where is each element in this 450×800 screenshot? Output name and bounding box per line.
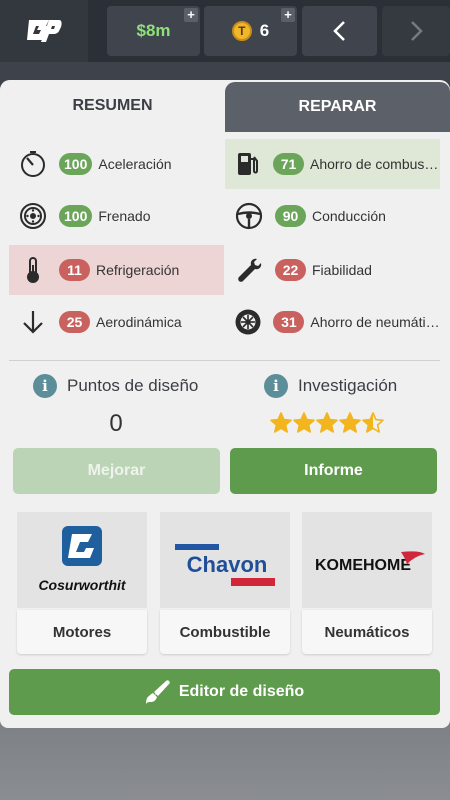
research-header[interactable]: i Investigación bbox=[264, 372, 397, 400]
design-points-header[interactable]: i Puntos de diseño bbox=[33, 372, 198, 400]
komehome-logo: KOMEHOME bbox=[302, 512, 432, 608]
aerodynamics-badge: 25 bbox=[59, 311, 90, 333]
chavon-logo: Chavon bbox=[160, 512, 290, 608]
supplier-label-engine: Motores bbox=[17, 610, 147, 654]
tab-reparar[interactable]: REPARAR bbox=[225, 82, 450, 132]
cooling-badge: 11 bbox=[59, 259, 90, 281]
star-icon bbox=[316, 412, 338, 433]
tyre-economy-label: Ahorro de neumáticos bbox=[310, 314, 440, 330]
research-label: Investigación bbox=[298, 376, 398, 395]
fuel-economy-badge: 71 bbox=[273, 153, 304, 175]
cosurworthit-logo: Cosurworthit bbox=[17, 512, 147, 608]
thermometer-icon bbox=[18, 255, 48, 285]
add-money-plus-icon[interactable]: + bbox=[184, 8, 198, 22]
braking-label: Frenado bbox=[98, 208, 151, 224]
research-star-rating bbox=[269, 411, 384, 435]
stat-cooling: 11 Refrigeración bbox=[9, 245, 224, 295]
paintbrush-icon bbox=[145, 680, 170, 704]
design-editor-button[interactable]: Editor de diseño bbox=[9, 669, 440, 715]
chevron-right-icon bbox=[411, 21, 423, 41]
stat-aerodynamics: 25 Aerodinámica bbox=[9, 297, 224, 347]
car-summary-panel: REPARAR RESUMEN 100 Aceleración 71 Ahorr… bbox=[0, 80, 450, 728]
design-points-value: 0 bbox=[109, 410, 123, 437]
stat-handling: 90 Conducción bbox=[225, 191, 440, 241]
tokens-button[interactable]: T 6 + bbox=[204, 6, 297, 56]
chavon-wordmark: Chavon bbox=[187, 552, 268, 577]
divider bbox=[9, 360, 440, 361]
handling-label: Conducción bbox=[312, 208, 386, 224]
design-editor-label: Editor de diseño bbox=[178, 683, 305, 700]
stat-braking: 100 Frenado bbox=[9, 191, 224, 241]
arrow-down-icon bbox=[18, 307, 48, 337]
cosurworthit-wordmark: Cosurworthit bbox=[38, 577, 126, 593]
handling-badge: 90 bbox=[275, 205, 306, 227]
brake-disc-icon bbox=[18, 201, 48, 231]
star-icon bbox=[339, 412, 361, 433]
money-button[interactable]: $8m + bbox=[107, 6, 200, 56]
reliability-label: Fiabilidad bbox=[312, 262, 372, 278]
tyre-economy-badge: 31 bbox=[273, 311, 305, 333]
wrench-icon bbox=[234, 255, 264, 285]
token-count: 6 bbox=[259, 21, 270, 40]
top-bar: $8m + T 6 + bbox=[0, 0, 450, 62]
komehome-wordmark: KOMEHOME bbox=[315, 557, 411, 574]
supplier-card-fuel[interactable]: Chavon Combustible bbox=[160, 512, 290, 654]
braking-badge: 100 bbox=[59, 205, 93, 227]
supplier-label-fuel: Combustible bbox=[160, 610, 290, 654]
token-coin-icon: T bbox=[231, 21, 252, 41]
stat-tyre-economy: 31 Ahorro de neumáticos bbox=[225, 297, 440, 347]
speedometer-icon bbox=[18, 149, 48, 179]
supplier-card-engine[interactable]: Cosurworthit Motores bbox=[17, 512, 147, 654]
tab-resumen[interactable]: RESUMEN bbox=[0, 80, 225, 132]
gp-logo[interactable] bbox=[0, 0, 88, 62]
info-icon[interactable]: i bbox=[264, 374, 288, 398]
previous-button[interactable] bbox=[302, 6, 377, 56]
star-icon bbox=[270, 412, 292, 433]
next-button[interactable] bbox=[382, 6, 450, 56]
fuel-economy-label: Ahorro de combustible bbox=[310, 156, 440, 172]
improve-button[interactable]: Mejorar bbox=[13, 448, 220, 494]
acceleration-badge: 100 bbox=[59, 153, 93, 175]
cooling-label: Refrigeración bbox=[96, 262, 180, 278]
star-icon bbox=[362, 412, 384, 433]
fuel-pump-icon bbox=[234, 149, 262, 179]
supplier-card-tyres[interactable]: KOMEHOME Neumáticos bbox=[302, 512, 432, 654]
acceleration-label: Aceleración bbox=[98, 156, 172, 172]
info-icon[interactable]: i bbox=[33, 374, 57, 398]
stat-reliability: 22 Fiabilidad bbox=[225, 245, 440, 295]
aerodynamics-label: Aerodinámica bbox=[96, 314, 182, 330]
report-button[interactable]: Informe bbox=[230, 448, 437, 494]
money-amount: $8m bbox=[136, 21, 171, 40]
star-icon bbox=[293, 412, 315, 433]
gp-logo-icon bbox=[27, 20, 62, 42]
chevron-left-icon bbox=[332, 21, 345, 41]
supplier-label-tyres: Neumáticos bbox=[302, 610, 432, 654]
add-tokens-plus-icon[interactable]: + bbox=[281, 8, 295, 22]
reliability-badge: 22 bbox=[275, 259, 306, 281]
steering-wheel-icon bbox=[234, 201, 264, 231]
design-points-label: Puntos de diseño bbox=[67, 376, 199, 395]
tyre-icon bbox=[234, 307, 262, 337]
stat-fuel-economy: 71 Ahorro de combustible bbox=[225, 139, 440, 189]
stat-acceleration: 100 Aceleración bbox=[9, 139, 224, 189]
